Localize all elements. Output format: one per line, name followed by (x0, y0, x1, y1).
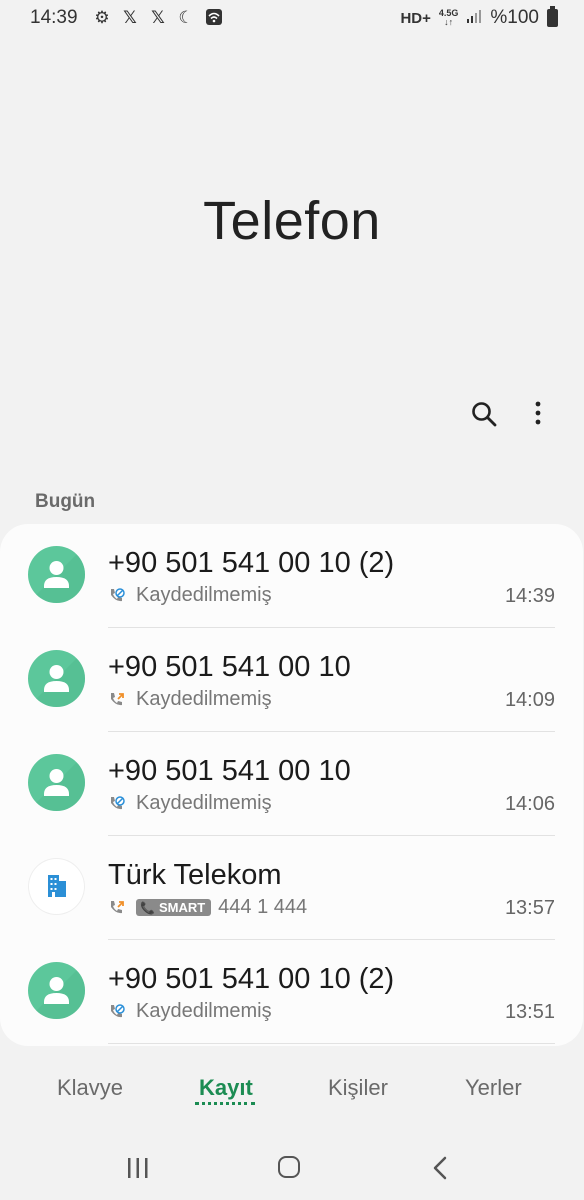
more-options-button[interactable] (528, 400, 548, 428)
call-subtitle: 444 1 444 (218, 896, 308, 918)
page-title: Telefon (203, 191, 381, 251)
avatar (28, 962, 85, 1019)
status-bar: 14:39 ⚙ 𝕏 𝕏 ☾ HD+ 4.5G ↓↑ %100 (0, 0, 584, 36)
blocked-call-icon (111, 795, 125, 809)
outgoing-call-icon (111, 900, 124, 913)
avatar (28, 858, 85, 915)
system-nav-bar (0, 1140, 584, 1200)
call-subtitle: Kaydedilmemiş (136, 1000, 272, 1022)
call-time: 14:09 (504, 689, 555, 711)
person-icon (28, 546, 85, 603)
call-subtitle: Kaydedilmemiş (136, 792, 272, 814)
search-button[interactable] (470, 400, 498, 428)
home-button[interactable] (278, 1156, 300, 1178)
bottom-tabs: Klavye Kayıt Kişiler Yerler (0, 1070, 584, 1110)
search-icon (472, 402, 497, 427)
tab-yerler[interactable]: Yerler (465, 1075, 522, 1101)
recent-apps-button[interactable] (126, 1158, 150, 1178)
gear-icon: ⚙ (94, 8, 110, 27)
call-log-list: +90 501 541 00 10 (2) Kaydedilmemiş 14:3… (0, 524, 583, 1046)
status-time: 14:39 (30, 7, 78, 28)
call-log-item[interactable]: +90 501 541 00 10 (2) Kaydedilmemiş 14:3… (0, 524, 583, 628)
call-log-item[interactable]: +90 501 541 00 10 Kaydedilmemiş 14:09 (0, 628, 583, 732)
wifi-icon (204, 8, 224, 28)
blocked-call-icon (111, 1003, 125, 1017)
battery-percent: %100 (490, 7, 539, 28)
section-label-today: Bugün (35, 491, 96, 512)
tab-kayit[interactable]: Kayıt (199, 1075, 253, 1101)
call-time: 13:51 (504, 1001, 555, 1023)
avatar (28, 754, 85, 811)
smart-badge: 📞 SMART (136, 899, 212, 916)
call-log-item[interactable]: +90 501 541 00 10 (2) Kaydedilmemiş 13:5… (0, 940, 583, 1044)
person-icon (28, 962, 85, 1019)
outgoing-call-icon (111, 692, 124, 705)
call-name: Türk Telekom (108, 859, 282, 891)
avatar (28, 650, 85, 707)
call-log-item[interactable]: Türk Telekom 📞 SMART 444 1 444 13:57 (0, 836, 583, 940)
x-icon: 𝕏 (151, 8, 165, 27)
call-time: 13:57 (504, 897, 555, 919)
person-icon (28, 754, 85, 811)
signal-icon (466, 8, 482, 29)
network-indicator: 4.5G ↓↑ (438, 8, 459, 27)
more-icon (535, 401, 541, 425)
moon-icon: ☾ (178, 8, 194, 27)
call-name: +90 501 541 00 10 (2) (108, 547, 395, 579)
back-button[interactable] (430, 1156, 450, 1180)
battery-icon (547, 6, 558, 27)
tab-kisiler[interactable]: Kişiler (328, 1075, 388, 1101)
recent-apps-icon (128, 1158, 148, 1178)
call-time: 14:06 (504, 793, 555, 815)
blocked-call-icon (111, 587, 125, 601)
avatar (28, 546, 85, 603)
person-icon (28, 650, 85, 707)
phone-icon: 📞 (140, 900, 155, 915)
back-icon (433, 1156, 447, 1180)
divider (108, 1043, 555, 1044)
active-tab-indicator (195, 1102, 255, 1105)
call-name: +90 501 541 00 10 (2) (108, 963, 395, 995)
call-subtitle: Kaydedilmemiş (136, 688, 272, 710)
call-log-item[interactable]: +90 501 541 00 10 Kaydedilmemiş 14:06 (0, 732, 583, 836)
building-icon (48, 875, 66, 897)
hd-indicator: HD+ (400, 9, 431, 27)
x-icon: 𝕏 (123, 8, 137, 27)
call-name: +90 501 541 00 10 (108, 651, 351, 683)
call-name: +90 501 541 00 10 (108, 755, 351, 787)
call-subtitle: Kaydedilmemiş (136, 584, 272, 606)
tab-klavye[interactable]: Klavye (57, 1075, 123, 1101)
call-time: 14:39 (504, 585, 555, 607)
